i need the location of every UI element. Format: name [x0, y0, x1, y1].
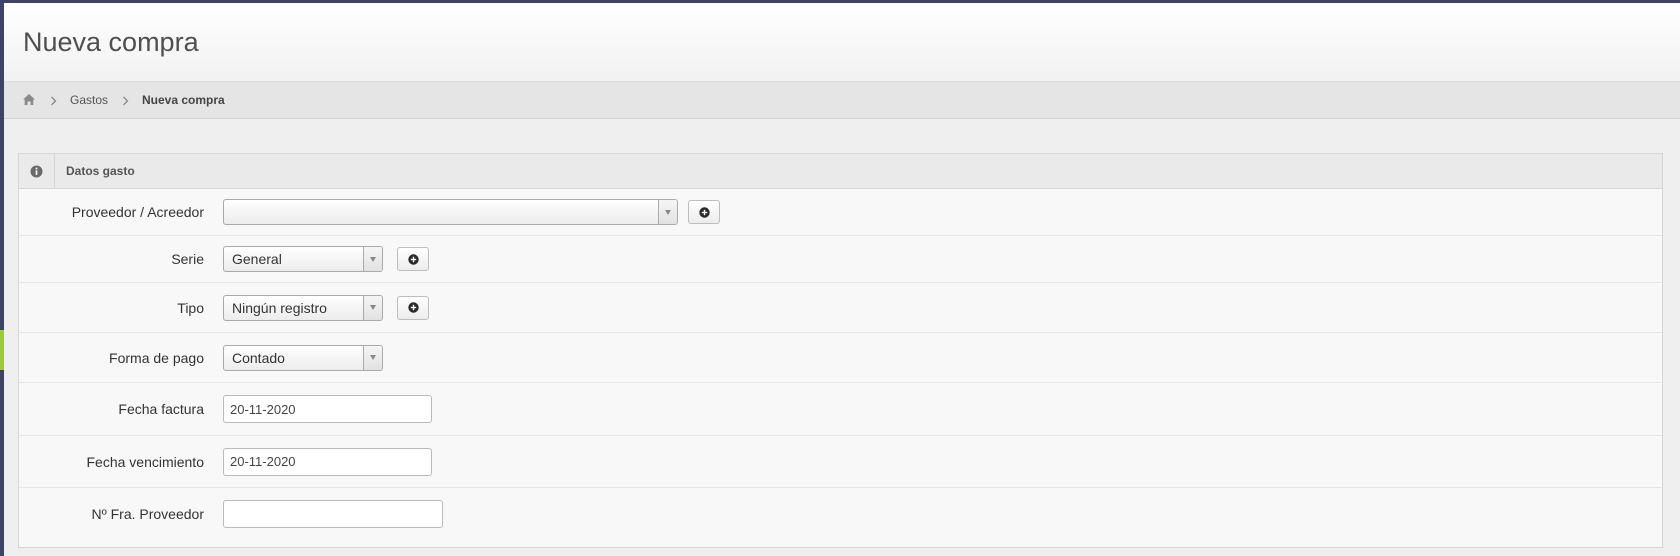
datos-gasto-panel: Datos gasto Proveedor / Acreedor Serie G… [18, 153, 1663, 548]
tipo-select-value: Ningún registro [232, 299, 327, 316]
plus-circle-icon [407, 253, 419, 265]
serie-select[interactable]: General [223, 246, 383, 272]
fecha-vencimiento-label: Fecha vencimiento [86, 453, 204, 470]
forma-pago-select[interactable]: Contado [223, 344, 383, 371]
form-row-fecha-vencimiento: Fecha vencimiento 20-11-2020 [19, 436, 1662, 488]
page-header: Nueva compra [4, 3, 1680, 82]
chevron-down-icon [363, 345, 382, 370]
num-fra-input[interactable] [223, 500, 443, 528]
form-row-proveedor: Proveedor / Acreedor [19, 189, 1662, 236]
breadcrumb: Gastos Nueva compra [4, 82, 1680, 119]
breadcrumb-current: Nueva compra [142, 93, 225, 107]
chevron-down-icon [363, 295, 382, 320]
chevron-down-icon [658, 200, 677, 224]
form-row-fecha-factura: Fecha factura 20-11-2020 [19, 383, 1662, 436]
serie-select-value: General [232, 251, 282, 267]
forma-pago-select-value: Contado [232, 349, 285, 366]
form-row-tipo: Tipo Ningún registro [19, 283, 1662, 333]
panel-heading-text: Datos gasto [66, 164, 135, 178]
panel-heading: Datos gasto [19, 154, 1662, 189]
proveedor-select[interactable] [223, 199, 678, 225]
chevron-right-icon [122, 95, 129, 106]
num-fra-label: Nº Fra. Proveedor [91, 506, 205, 522]
form-row-num-fra: Nº Fra. Proveedor [19, 488, 1662, 540]
plus-circle-icon [698, 206, 710, 218]
fecha-factura-input[interactable]: 20-11-2020 [223, 395, 432, 423]
form-row-serie: Serie General [19, 236, 1662, 283]
tipo-label: Tipo [177, 299, 204, 316]
serie-label: Serie [171, 251, 204, 267]
add-proveedor-button[interactable] [688, 200, 720, 224]
tipo-select[interactable]: Ningún registro [223, 294, 383, 321]
forma-pago-label: Forma de pago [109, 349, 204, 366]
add-serie-button[interactable] [397, 247, 429, 271]
form-row-forma-pago: Forma de pago Contado [19, 333, 1662, 383]
info-circle-icon [19, 154, 55, 188]
fecha-factura-label: Fecha factura [118, 401, 204, 417]
fecha-vencimiento-input[interactable]: 20-11-2020 [223, 447, 432, 476]
add-tipo-button[interactable] [397, 295, 429, 320]
breadcrumb-link-gastos[interactable]: Gastos [70, 93, 108, 107]
chevron-down-icon [363, 247, 382, 271]
plus-circle-icon [407, 302, 419, 313]
page-title: Nueva compra [23, 27, 199, 57]
proveedor-label: Proveedor / Acreedor [71, 204, 204, 220]
chevron-right-icon [50, 95, 57, 106]
home-icon[interactable] [22, 93, 36, 107]
